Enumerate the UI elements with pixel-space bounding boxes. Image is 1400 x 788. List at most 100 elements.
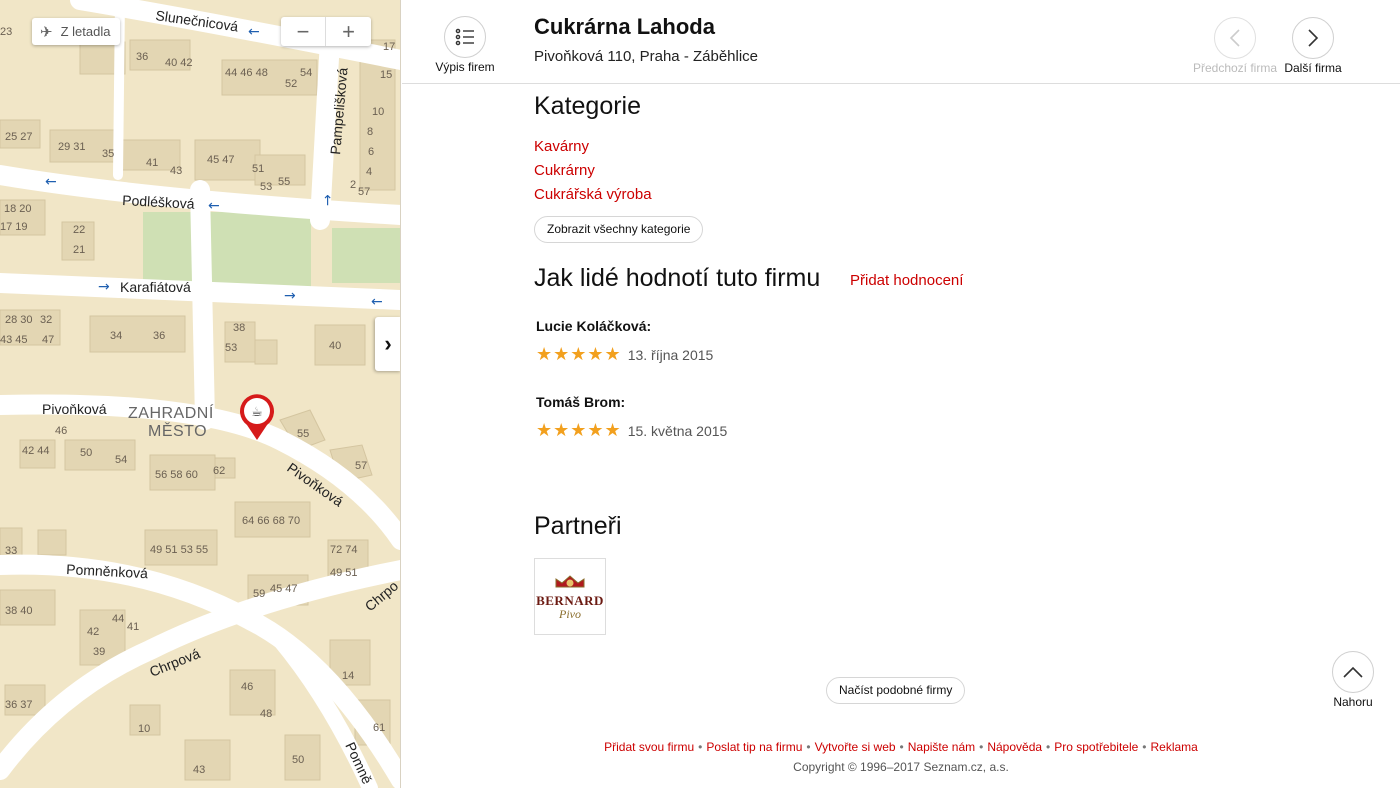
scroll-to-top-button[interactable]: Nahoru (1330, 651, 1376, 709)
next-business-button[interactable]: Další firma (1278, 17, 1348, 75)
chevron-right-icon (1292, 17, 1334, 59)
footer-link-help[interactable]: Nápověda (987, 740, 1042, 754)
svg-text:←: ← (208, 198, 220, 214)
copyright: Copyright © 1996–2017 Seznam.cz, a.s. (793, 760, 1009, 774)
svg-text:44: 44 (112, 613, 124, 625)
business-list-button[interactable]: Výpis firem (432, 16, 498, 74)
category-link-cukrarska-vyroba[interactable]: Cukrářská výroba (534, 186, 652, 203)
svg-text:44 46 48: 44 46 48 (225, 67, 268, 79)
street-label-pivonkova-west: Pivoňková (42, 401, 107, 417)
category-link-cukrarny[interactable]: Cukrárny (534, 162, 595, 179)
svg-text:38 40: 38 40 (5, 605, 33, 617)
svg-text:28 30: 28 30 (5, 314, 33, 326)
svg-text:34: 34 (110, 330, 122, 342)
svg-text:25 27: 25 27 (5, 131, 33, 143)
svg-text:23: 23 (0, 26, 12, 38)
svg-text:22: 22 (73, 224, 85, 236)
svg-text:48: 48 (260, 708, 272, 720)
svg-text:33: 33 (5, 545, 17, 557)
svg-text:10: 10 (138, 723, 150, 735)
review-date: 15. května 2015 (627, 422, 728, 439)
svg-text:45 47: 45 47 (270, 583, 298, 595)
svg-text:29 31: 29 31 (58, 141, 86, 153)
svg-text:6: 6 (368, 146, 374, 158)
previous-business-label: Předchozí firma (1192, 61, 1278, 75)
map[interactable]: Slunečnicová Podléšková Karafiátová Pivo… (0, 0, 401, 788)
collapse-map-button[interactable]: › (375, 317, 400, 371)
svg-text:55: 55 (278, 176, 290, 188)
svg-text:52: 52 (285, 78, 297, 90)
next-business-label: Další firma (1284, 61, 1342, 75)
partner-logo-sub: Pivo (559, 607, 581, 621)
svg-text:38: 38 (233, 322, 245, 334)
footer-link-add-business[interactable]: Přidat svou firmu (604, 740, 694, 754)
svg-text:54: 54 (115, 454, 127, 466)
zoom-in-button[interactable]: + (326, 17, 371, 46)
category-link-kavarny[interactable]: Kavárny (534, 138, 589, 155)
svg-text:57: 57 (358, 186, 370, 198)
svg-text:4: 4 (366, 166, 372, 178)
svg-text:62: 62 (213, 465, 225, 477)
svg-text:41: 41 (127, 621, 139, 633)
svg-text:10: 10 (372, 106, 384, 118)
footer-separator: • (806, 740, 811, 754)
svg-text:←: ← (248, 24, 260, 40)
svg-text:←: ← (45, 174, 57, 190)
aerial-view-button[interactable]: ✈ Z letadla (32, 18, 121, 45)
footer-link-send-tip[interactable]: Poslat tip na firmu (706, 740, 802, 754)
svg-text:17 19: 17 19 (0, 221, 28, 233)
svg-text:46: 46 (55, 425, 67, 437)
crown-emblem-icon (555, 575, 585, 588)
footer-link-advertising[interactable]: Reklama (1151, 740, 1198, 754)
business-title: Cukrárna Lahoda (534, 14, 715, 39)
svg-text:56 58 60: 56 58 60 (155, 469, 198, 481)
svg-text:→: → (98, 279, 110, 295)
previous-business-button[interactable]: Předchozí firma (1192, 17, 1278, 75)
svg-text:59: 59 (253, 588, 265, 600)
partner-logo-bernard[interactable]: BERNARD Pivo (534, 558, 606, 635)
svg-text:43 45: 43 45 (0, 334, 28, 346)
svg-text:40: 40 (329, 340, 341, 352)
svg-text:64 66 68 70: 64 66 68 70 (242, 515, 300, 527)
zoom-controls: − + (281, 17, 371, 46)
add-rating-link[interactable]: Přidat hodnocení (850, 272, 963, 289)
svg-text:17: 17 (383, 41, 395, 53)
svg-text:47: 47 (42, 334, 54, 346)
footer-link-contact[interactable]: Napište nám (908, 740, 975, 754)
svg-text:15: 15 (380, 69, 392, 81)
detail-panel: Výpis firem Cukrárna Lahoda Pivoňková 11… (402, 0, 1400, 788)
svg-text:46: 46 (241, 681, 253, 693)
svg-text:49 51: 49 51 (330, 567, 358, 579)
svg-text:50: 50 (80, 447, 92, 459)
footer-link-create-web[interactable]: Vytvořte si web (815, 740, 896, 754)
svg-text:53: 53 (225, 342, 237, 354)
svg-text:57: 57 (355, 460, 367, 472)
svg-text:36 37: 36 37 (5, 699, 33, 711)
svg-text:51: 51 (252, 163, 264, 175)
footer-separator: • (1046, 740, 1051, 754)
svg-text:36: 36 (136, 51, 148, 63)
footer-separator: • (899, 740, 904, 754)
zoom-out-button[interactable]: − (281, 17, 326, 46)
svg-text:55: 55 (297, 428, 309, 440)
review-date: 13. října 2015 (627, 346, 714, 363)
street-label-karafiatova: Karafiátová (120, 279, 191, 295)
load-similar-businesses-button[interactable]: Načíst podobné firmy (826, 677, 966, 704)
footer-link-consumers[interactable]: Pro spotřebitele (1054, 740, 1138, 754)
svg-text:☕: ☕ (251, 405, 263, 420)
chevron-up-icon (1332, 651, 1374, 693)
svg-text:→: → (320, 194, 336, 206)
svg-text:2: 2 (350, 179, 356, 191)
svg-text:18 20: 18 20 (4, 203, 32, 215)
svg-text:42 44: 42 44 (22, 445, 50, 457)
footer-separator: • (698, 740, 703, 754)
svg-text:50: 50 (292, 754, 304, 766)
svg-text:36: 36 (153, 330, 165, 342)
svg-text:43: 43 (193, 764, 205, 776)
map-canvas[interactable]: Slunečnicová Podléšková Karafiátová Pivo… (0, 0, 401, 788)
svg-text:49 51 53 55: 49 51 53 55 (150, 544, 208, 556)
review-author: Tomáš Brom: (536, 394, 626, 410)
street-label-podleskova: Podléšková (122, 192, 195, 212)
show-all-categories-button[interactable]: Zobrazit všechny kategorie (534, 216, 704, 243)
svg-text:41: 41 (146, 157, 158, 169)
